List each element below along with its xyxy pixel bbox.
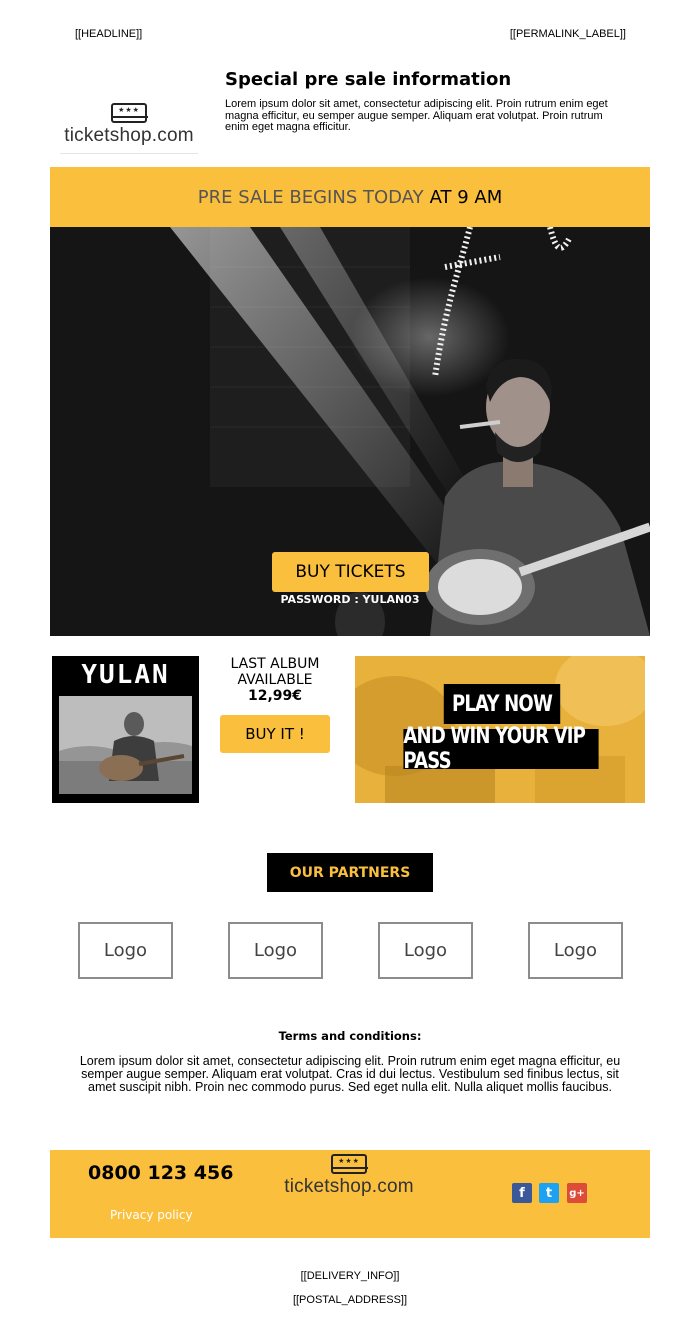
- presale-description: Lorem ipsum dolor sit amet, consectetur …: [225, 98, 608, 133]
- delivery-info: [[DELIVERY_INFO]]: [300, 1270, 400, 1282]
- postal-address: [[POSTAL_ADDRESS]]: [292, 1294, 408, 1306]
- presale-password: PASSWORD : YULAN03: [280, 593, 420, 606]
- terms-text: Lorem ipsum dolor sit amet, consectetur …: [79, 1054, 621, 1094]
- headline-link[interactable]: [[HEADLINE]]: [75, 28, 142, 40]
- partners-title: OUR PARTNERS: [267, 853, 433, 892]
- album-info: LAST ALBUM AVAILABLE 12,99€: [215, 656, 335, 704]
- partner-logo[interactable]: Logo: [78, 922, 173, 979]
- partner-logo[interactable]: Logo: [528, 922, 623, 979]
- album-cover-title: YULAN: [81, 660, 170, 690]
- brand-tagline-decoration: [60, 151, 198, 157]
- album-cover-photo: [59, 696, 192, 794]
- footer-logo[interactable]: ★★★ ticketshop.com: [280, 1154, 418, 1198]
- buy-tickets-button[interactable]: BUY TICKETS: [272, 552, 429, 592]
- facebook-icon[interactable]: f: [512, 1183, 532, 1203]
- permalink-link[interactable]: [[PERMALINK_LABEL]]: [510, 28, 626, 40]
- header-logo[interactable]: ★★★ ticketshop.com: [60, 103, 198, 147]
- brand-name: ticketshop.com: [64, 125, 194, 146]
- presale-title: Special pre sale information: [225, 69, 512, 90]
- brand-name: ticketshop.com: [284, 1176, 414, 1197]
- album-line2: AVAILABLE: [237, 672, 313, 688]
- twitter-icon[interactable]: t: [539, 1183, 559, 1203]
- album-cover[interactable]: YULAN: [52, 656, 199, 803]
- partner-logo[interactable]: Logo: [378, 922, 473, 979]
- win-vip-label: AND WIN YOUR VIP PASS: [403, 724, 599, 774]
- presale-banner: PRE SALE BEGINS TODAY AT 9 AM: [50, 167, 650, 227]
- banner-text-primary: PRE SALE BEGINS TODAY: [197, 186, 424, 208]
- ticket-icon: ★★★: [110, 103, 148, 123]
- footer-phone[interactable]: 0800 123 456: [88, 1162, 233, 1184]
- ticket-icon: ★★★: [330, 1154, 368, 1174]
- buy-album-button[interactable]: BUY IT !: [220, 715, 330, 753]
- partner-logo[interactable]: Logo: [228, 922, 323, 979]
- play-now-label: PLAY NOW: [443, 684, 561, 724]
- banner-text-time: AT 9 AM: [429, 186, 503, 208]
- vip-promo-banner[interactable]: PLAY NOW AND WIN YOUR VIP PASS: [355, 656, 645, 803]
- googleplus-icon[interactable]: g+: [567, 1183, 587, 1203]
- album-line1: LAST ALBUM: [230, 656, 320, 672]
- privacy-policy-link[interactable]: Privacy policy: [110, 1208, 193, 1222]
- album-price: 12,99€: [247, 688, 303, 704]
- footer: 0800 123 456 Privacy policy ★★★ ticketsh…: [50, 1150, 650, 1238]
- terms-title: Terms and conditions:: [278, 1029, 422, 1043]
